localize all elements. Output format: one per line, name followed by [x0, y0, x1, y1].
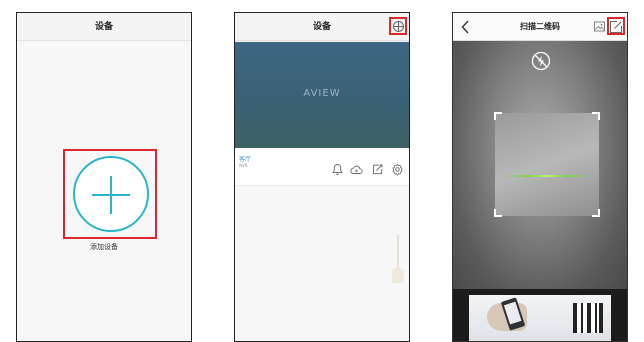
page-title: 设备: [312, 22, 331, 32]
flash-off-icon[interactable]: [531, 51, 551, 71]
phone-screen-scan-qr: 扫描二维码: [452, 12, 628, 342]
bell-icon[interactable]: [331, 163, 344, 176]
decor-lamp-base: [392, 268, 404, 283]
qr-code-image: [573, 303, 603, 333]
scan-demo-image: [469, 295, 611, 341]
add-device-button[interactable]: [73, 156, 149, 232]
device-row[interactable]: 客厅 NVR: [235, 148, 409, 186]
device-type: NVR: [239, 163, 248, 168]
phone-screen-device-list: 设备 AVIEW 客厅 NVR: [234, 12, 410, 342]
phone-screen-device-list-empty: 设备 添加设备: [16, 12, 192, 342]
scan-instruction-banner: [453, 289, 627, 341]
share-icon[interactable]: [371, 163, 384, 176]
cloud-play-icon[interactable]: [350, 163, 363, 176]
add-device-label: 添加设备: [90, 243, 118, 251]
highlight-box: [63, 149, 157, 239]
gear-icon[interactable]: [391, 163, 404, 176]
device-name: 客厅: [239, 156, 252, 163]
page-title: 设备: [94, 22, 113, 32]
album-icon[interactable]: [593, 20, 606, 33]
scan-frame: [494, 112, 600, 217]
edit-icon: [610, 21, 622, 33]
scan-line: [501, 175, 593, 177]
manual-input-button[interactable]: [607, 17, 625, 35]
device-preview[interactable]: AVIEW: [235, 42, 409, 148]
camera-viewfinder: [453, 41, 627, 289]
add-device-button[interactable]: [389, 17, 407, 35]
preview-brand-text: AVIEW: [303, 88, 341, 99]
